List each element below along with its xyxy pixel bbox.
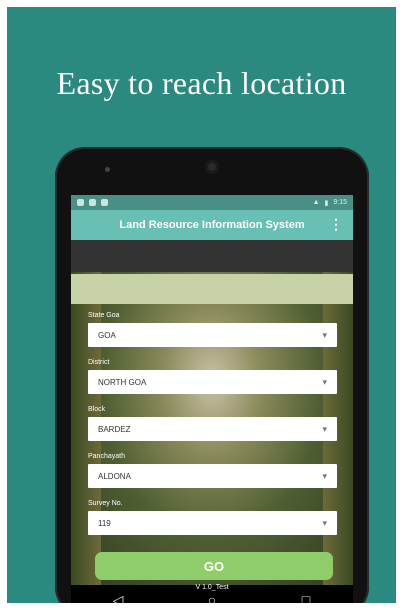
state-value: GOA (98, 330, 116, 340)
promo-card: Easy to reach location ▲ ▮ 9:15 Land Res… (7, 7, 396, 603)
system-status: ▲ ▮ 9:15 (313, 199, 347, 207)
panchayath-field: Panchayath ALDONA ▾ (88, 453, 337, 488)
survey-value: 119 (98, 518, 111, 528)
dropdown-arrow-icon: ▾ (322, 517, 327, 528)
district-select[interactable]: NORTH GOA ▾ (88, 370, 337, 394)
dropdown-arrow-icon: ▾ (322, 329, 327, 340)
notification-icon (77, 199, 84, 206)
app-title: Land Resource Information System (119, 219, 305, 231)
back-icon[interactable]: ◁ (103, 592, 133, 604)
sensor-dot (105, 167, 110, 172)
panchayath-value: ALDONA (98, 471, 131, 481)
notification-icon (101, 199, 108, 206)
block-label: Block (88, 406, 106, 413)
state-field: State Goa GOA ▾ (88, 312, 337, 347)
phone-screen: ▲ ▮ 9:15 Land Resource Information Syste… (71, 195, 353, 603)
survey-label: Survey No. (88, 500, 123, 507)
state-label: State Goa (88, 312, 120, 319)
status-time: 9:15 (333, 199, 347, 206)
dropdown-arrow-icon: ▾ (322, 423, 327, 434)
district-label: District (88, 359, 110, 366)
survey-select[interactable]: 119 ▾ (88, 511, 337, 535)
district-value: NORTH GOA (98, 377, 147, 387)
version-label: V 1.0_Test (195, 584, 229, 591)
promo-headline: Easy to reach location (56, 65, 347, 101)
state-select[interactable]: GOA ▾ (88, 323, 337, 347)
block-value: BARDEZ (98, 424, 131, 434)
form-background: State Goa GOA ▾ District NORTH GOA ▾ Blo… (71, 272, 353, 591)
app-bar: Land Resource Information System ⋮ (71, 210, 353, 240)
go-button[interactable]: GO (95, 552, 333, 580)
info-banner (71, 274, 353, 304)
notification-icon (89, 199, 96, 206)
dropdown-arrow-icon: ▾ (322, 470, 327, 481)
more-vert-icon[interactable]: ⋮ (329, 216, 343, 233)
home-icon[interactable]: ○ (197, 592, 227, 603)
district-field: District NORTH GOA ▾ (88, 359, 337, 394)
survey-field: Survey No. 119 ▾ (88, 500, 337, 535)
block-select[interactable]: BARDEZ ▾ (88, 417, 337, 441)
battery-icon: ▮ (324, 199, 329, 207)
recents-icon[interactable]: □ (291, 592, 321, 603)
signal-icon: ▲ (312, 199, 320, 206)
phone-frame: ▲ ▮ 9:15 Land Resource Information Syste… (55, 147, 369, 603)
dropdown-arrow-icon: ▾ (322, 376, 327, 387)
front-camera (205, 160, 219, 174)
block-field: Block BARDEZ ▾ (88, 406, 337, 441)
status-bar: ▲ ▮ 9:15 (71, 195, 353, 210)
panchayath-select[interactable]: ALDONA ▾ (88, 464, 337, 488)
notification-icons (77, 199, 108, 206)
panchayath-label: Panchayath (88, 453, 125, 460)
